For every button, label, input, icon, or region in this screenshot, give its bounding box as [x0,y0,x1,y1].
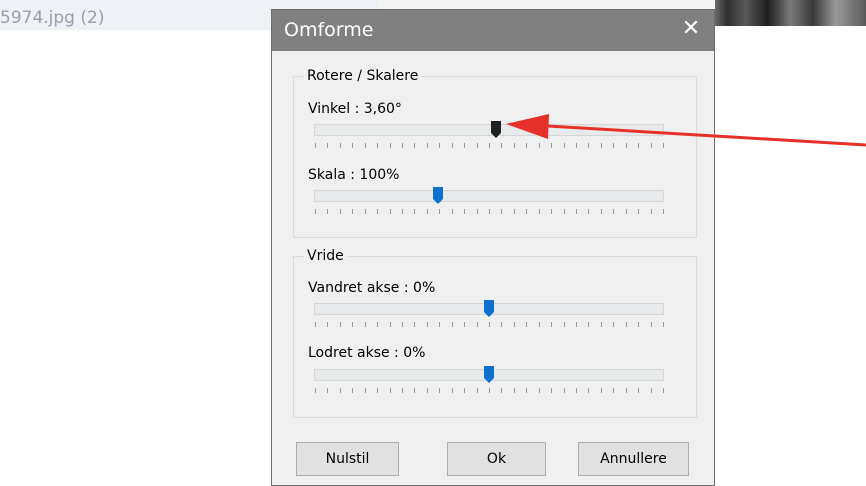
angle-slider-track[interactable] [314,124,664,136]
horizontal-axis-label: Vandret akse : 0% [308,280,436,296]
scale-slider-track[interactable] [314,190,664,202]
vertical-axis-slider-thumb[interactable] [484,366,494,383]
dialog-titlebar: Omforme ✕ [272,10,714,51]
reset-button[interactable]: Nulstil [296,442,399,476]
group-legend-skew: Vride [304,248,347,264]
horizontal-axis-slider-thumb[interactable] [484,300,494,317]
scale-slider-thumb[interactable] [433,187,444,204]
group-legend-rotate-scale: Rotere / Skalere [304,68,422,84]
vertical-axis-label: Lodret akse : 0% [308,345,426,361]
transform-dialog: Omforme ✕ Rotere / Skalere Vinkel : 3,60… [271,9,715,486]
close-icon[interactable]: ✕ [668,10,714,51]
background-photo-thumbnail [715,0,866,26]
angle-label: Vinkel : 3,60° [308,101,402,117]
vertical-axis-slider-ticks [315,388,664,393]
angle-slider-ticks [315,143,664,148]
scale-slider-ticks [315,209,664,214]
background-filename: 5974.jpg (2) [0,8,105,28]
ok-button[interactable]: Ok [447,442,546,476]
scale-label: Skala : 100% [308,167,400,183]
dialog-title: Omforme [284,19,374,41]
angle-slider-thumb[interactable] [491,121,501,138]
horizontal-axis-slider-ticks [315,322,664,327]
cancel-button[interactable]: Annullere [578,442,689,476]
